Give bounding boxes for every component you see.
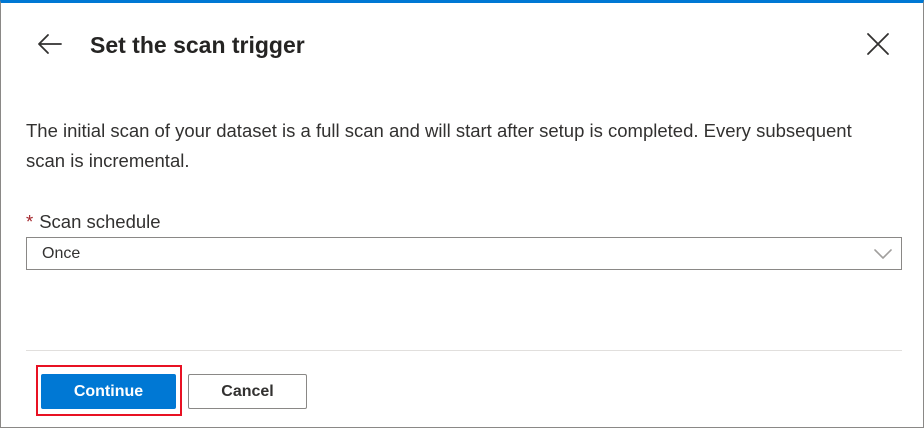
scan-schedule-selected-value: Once [42, 244, 81, 262]
scan-schedule-dropdown[interactable]: Once [26, 237, 902, 270]
footer-divider [26, 350, 902, 351]
close-icon [867, 33, 889, 55]
chevron-down-icon [874, 249, 892, 259]
panel-title: Set the scan trigger [90, 32, 305, 58]
panel-header: Set the scan trigger [1, 3, 923, 87]
scan-description: The initial scan of your dataset is a fu… [26, 120, 852, 171]
continue-button[interactable]: Continue [41, 374, 176, 409]
arrow-left-icon [38, 34, 62, 54]
scan-trigger-panel: Set the scan trigger The initial scan of… [0, 0, 924, 428]
cancel-button[interactable]: Cancel [188, 374, 307, 409]
close-button[interactable] [859, 25, 897, 63]
required-marker: * [26, 211, 34, 232]
scan-schedule-label-text: Scan schedule [39, 211, 161, 232]
back-button[interactable] [31, 25, 69, 63]
scan-schedule-label: * Scan schedule [26, 209, 161, 235]
